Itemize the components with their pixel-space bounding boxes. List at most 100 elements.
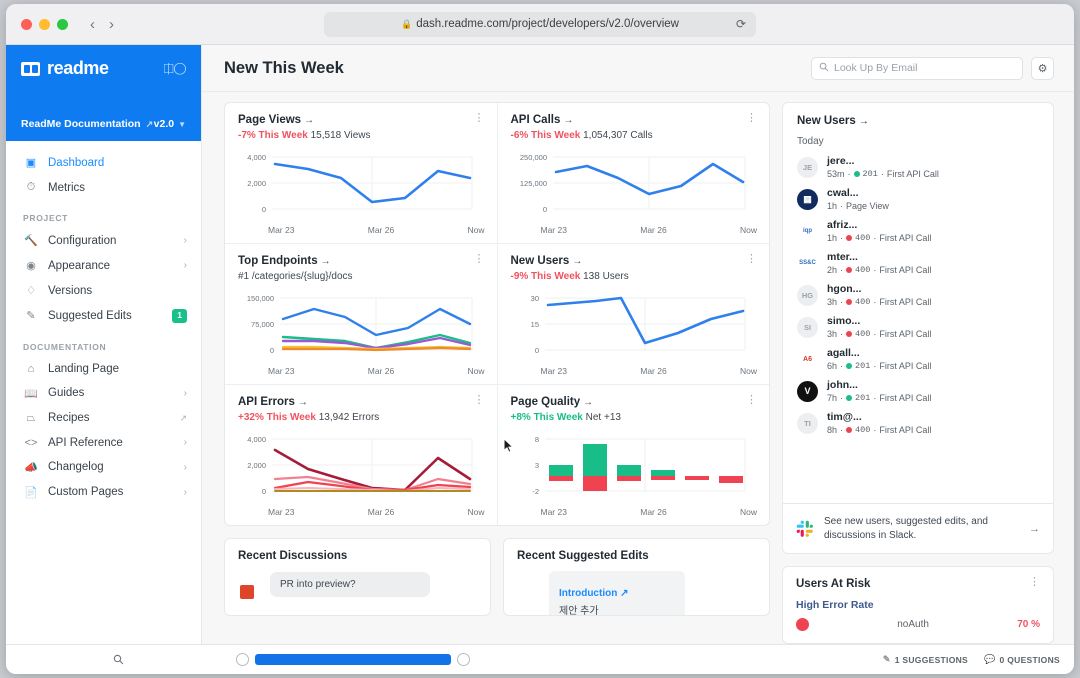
separator: · [840, 265, 844, 275]
chart-api-calls: 250,000 125,000 0 [511, 148, 758, 224]
footer-suggestions[interactable]: ✎ 1 SUGGESTIONS [883, 654, 968, 665]
table-row[interactable]: noAuth 70 % [796, 618, 1040, 631]
card-value: 15,518 Views [310, 130, 371, 141]
new-users-group-label: Today [797, 136, 824, 147]
card-title: Recent Discussions [238, 550, 348, 562]
minimize-window-button[interactable] [39, 18, 50, 30]
maximize-window-button[interactable] [57, 18, 68, 30]
arrow-right-icon: → [858, 116, 869, 127]
card-recent-discussions[interactable]: Recent Discussions PR into preview? [224, 538, 491, 616]
search-input[interactable] [834, 62, 1015, 74]
sidebar-item-api-reference[interactable]: <> API Reference › [6, 431, 201, 455]
list-item[interactable]: SI simo... 3h · 400 · First API Call [793, 311, 1043, 343]
footer-questions[interactable]: 💬 0 QUESTIONS [984, 654, 1060, 665]
arrow-right-icon: → [320, 256, 331, 267]
status-code: 400 [855, 265, 871, 275]
sidebar-item-metrics[interactable]: ⏱ Metrics [6, 175, 201, 200]
sidebar-item-custom-pages[interactable]: 📄 Custom Pages › [6, 480, 201, 505]
back-chevron-icon[interactable]: ‹ [90, 17, 95, 32]
sidebar-item-versions[interactable]: ♢ Versions [6, 278, 201, 303]
sidebar-item-label: Dashboard [48, 156, 105, 169]
chart-x-labels: Mar 23 Mar 26 Now [511, 507, 758, 517]
svg-text:0: 0 [542, 205, 546, 214]
card-api-calls[interactable]: API Calls → ⋮ -6% This Week 1,054,307 Cal… [496, 103, 770, 243]
status-dot-error [846, 299, 853, 305]
avatar [240, 585, 254, 599]
sidebar-item-dashboard[interactable]: ▣ Dashboard [6, 150, 201, 175]
card-top-endpoints[interactable]: Top Endpoints → ⋮ #1 /categories/{slug}/d… [225, 244, 497, 384]
address-bar[interactable]: 🔒 dash.readme.com/project/developers/v2.… [324, 11, 756, 37]
x-tick: Mar 26 [640, 366, 667, 376]
card-page-views[interactable]: Page Views → ⋮ -7% This Week 15,518 Views… [225, 103, 497, 243]
sidebar-item-configuration[interactable]: 🔨 Configuration › [6, 228, 201, 253]
svg-text:250,000: 250,000 [519, 153, 546, 162]
feedback-slider[interactable] [255, 654, 451, 665]
kebab-menu-icon[interactable]: ⋮ [746, 395, 757, 406]
card-value: 13,942 Errors [318, 412, 380, 423]
readme-logo[interactable]: readme [21, 58, 109, 79]
kebab-menu-icon[interactable]: ⋮ [474, 113, 485, 124]
list-item[interactable]: V john... 7h · 201 · First API Call [793, 375, 1043, 407]
list-item[interactable]: iqp afriz... 1h · 400 · First API Call [793, 215, 1043, 247]
list-item[interactable]: HG hgon... 3h · 400 · First API Call [793, 279, 1043, 311]
list-item[interactable]: ▦ cwal... 1h · Page View [793, 183, 1043, 215]
separator: · [873, 329, 877, 339]
list-item[interactable]: SS&C mter... 2h · 400 · First API Call [793, 247, 1043, 279]
kebab-menu-icon[interactable]: ⋮ [474, 395, 485, 406]
card-users-at-risk[interactable]: Users At Risk ⋮ High Error Rate noAuth 7… [782, 566, 1054, 644]
external-link-icon: ↗ [179, 412, 187, 423]
kebab-menu-icon[interactable]: ⋮ [474, 254, 485, 265]
close-window-button[interactable] [21, 18, 32, 30]
project-switcher[interactable]: ReadMe Documentation ↗ v2.0 ▼ [6, 109, 201, 141]
external-link-icon: ↗ [145, 118, 154, 129]
user-event: First API Call [879, 233, 932, 243]
arrow-right-icon[interactable]: → [1029, 523, 1040, 535]
list-item[interactable]: JE jere... 53m · 201 · First API Call [793, 151, 1043, 183]
chart-x-labels: Mar 23 Mar 26 Now [238, 507, 485, 517]
sidebar-item-suggested-edits[interactable]: ✎ Suggested Edits 1 [6, 303, 201, 329]
svg-text:150,000: 150,000 [247, 294, 274, 303]
sidebar-item-recipes[interactable]: ⏢ Recipes ↗ [6, 406, 201, 431]
emoji-smile-icon[interactable] [457, 653, 470, 666]
panel-title: New Users [797, 115, 856, 127]
footer-search-icon[interactable] [20, 654, 216, 665]
arrow-right-icon: → [572, 256, 583, 267]
chart-page-views: 4,000 2,000 0 [238, 148, 485, 224]
suggested-edit-item[interactable]: Introduction ↗ 제안 추가 [549, 571, 685, 615]
sidebar-item-changelog[interactable]: 📣 Changelog › [6, 455, 201, 480]
slack-cta-text: See new users, suggested edits, and disc… [824, 516, 988, 541]
project-name: ReadMe Documentation [21, 118, 141, 130]
sidebar-item-guides[interactable]: 📖 Guides › [6, 381, 201, 406]
sidebar-item-appearance[interactable]: ◉ Appearance › [6, 253, 201, 278]
kebab-menu-icon[interactable]: ⋮ [746, 113, 757, 124]
list-item[interactable]: A6 agall... 6h · 201 · First API Call [793, 343, 1043, 375]
card-title: Page Views [238, 114, 302, 126]
forward-chevron-icon[interactable]: › [109, 17, 114, 32]
suggested-edit-link[interactable]: Introduction ↗ [559, 588, 675, 599]
panel-new-users: New Users → Today JE jere... 53m · 201 · Firs… [782, 102, 1054, 554]
card-new-users-chart[interactable]: New Users → ⋮ -9% This Week 138 Users 30 … [496, 244, 770, 384]
kebab-menu-icon[interactable]: ⋮ [746, 254, 757, 265]
dashboard-content: Page Views → ⋮ -7% This Week 15,518 Views… [202, 92, 1074, 644]
emoji-frown-icon[interactable] [236, 653, 249, 666]
card-api-errors[interactable]: API Errors → ⋮ +32% This Week 13,942 Erro… [225, 385, 497, 525]
user-time: 7h [827, 393, 838, 403]
card-page-quality[interactable]: Page Quality → ⋮ +8% This Week Net +13 8 … [496, 385, 770, 525]
kebab-menu-icon[interactable]: ⋮ [1029, 577, 1040, 588]
user-avatar-icon[interactable]: ⎅◯ [163, 61, 186, 77]
card-recent-suggested-edits[interactable]: Recent Suggested Edits Introduction ↗ 제안… [503, 538, 770, 616]
card-title: New Users [510, 255, 570, 267]
card-title: API Errors [238, 396, 295, 408]
questions-count: 0 QUESTIONS [999, 654, 1060, 665]
status-dot-error [846, 235, 853, 241]
gear-icon[interactable]: ⚙ [1031, 56, 1054, 80]
slack-cta[interactable]: See new users, suggested edits, and disc… [783, 503, 1053, 553]
dashboard-icon: ▣ [25, 157, 37, 169]
email-lookup-field[interactable] [811, 56, 1023, 80]
sidebar-item-landing-page[interactable]: ⌂ Landing Page [6, 357, 201, 381]
reload-icon[interactable]: ⟳ [736, 17, 746, 31]
sidebar-item-label: Guides [48, 387, 85, 400]
discussion-bubble[interactable]: PR into preview? [270, 572, 430, 597]
x-tick: Mar 26 [367, 225, 395, 235]
list-item[interactable]: TI tim@... 8h · 400 · First API Call [793, 407, 1043, 439]
